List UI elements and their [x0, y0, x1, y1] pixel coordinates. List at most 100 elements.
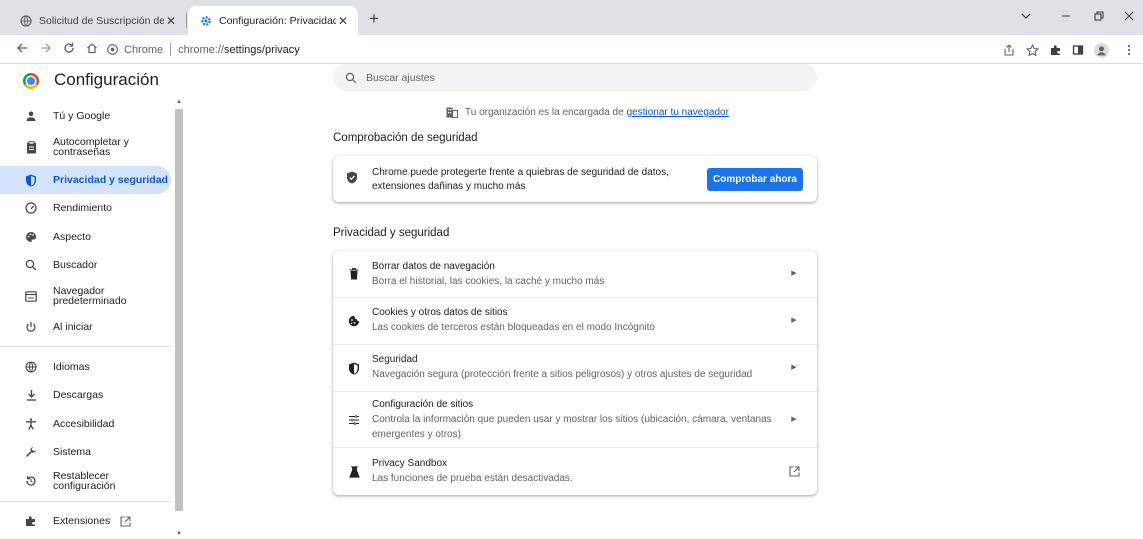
new-tab-button[interactable]: +: [363, 9, 385, 31]
sidebar-item-navegador-predeterminado[interactable]: Navegador predeterminado: [0, 282, 171, 310]
chevron-right-icon: ▶: [791, 364, 797, 371]
sidebar: Tú y Google Autocompletar y contraseñas P…: [0, 99, 185, 539]
share-icon[interactable]: [1000, 41, 1018, 59]
sidebar-item-restablecer[interactable]: Restablecer configuración: [0, 467, 171, 495]
chevron-down-icon[interactable]: [1014, 7, 1038, 27]
download-icon: [24, 388, 38, 402]
close-window-icon[interactable]: [1117, 7, 1141, 27]
scroll-thumb[interactable]: [175, 109, 183, 511]
sidebar-item-tu-y-google[interactable]: Tú y Google: [0, 102, 171, 130]
side-panel-icon[interactable]: [1069, 41, 1087, 59]
chevron-right-icon: ▶: [791, 270, 797, 277]
sidebar-item-label-line2: contraseñas: [53, 146, 111, 158]
tune-icon: [346, 412, 362, 428]
org-managed-notice: Tu organización es la encargada de gesti…: [446, 107, 729, 118]
sidebar-item-idiomas[interactable]: Idiomas: [0, 353, 171, 381]
row-privacy-sandbox[interactable]: Privacy Sandbox Las funciones de prueba …: [333, 448, 817, 495]
gear-favicon-icon: [201, 15, 211, 26]
sidebar-item-label: Aspecto: [53, 231, 91, 243]
sidebar-item-label: Al iniciar: [53, 321, 93, 333]
external-link-icon: [120, 515, 131, 527]
row-title: Configuración de sitios: [372, 399, 474, 410]
sidebar-scrollbar[interactable]: ▲ ▼: [173, 99, 183, 539]
back-icon[interactable]: [12, 39, 32, 59]
row-site-settings[interactable]: Configuración de sitios Controla la info…: [333, 392, 817, 447]
flask-icon: [346, 464, 362, 480]
tab-title: Solicitud de Suscripción de Deud: [39, 14, 164, 27]
reload-icon[interactable]: [59, 39, 79, 59]
tab-configuracion[interactable]: Configuración: Privacidad y segu ✕: [188, 6, 358, 35]
settings-search[interactable]: [333, 64, 817, 91]
row-cookies[interactable]: Cookies y otros datos de sitios Las cook…: [333, 298, 817, 344]
sidebar-divider: [0, 501, 171, 502]
globe-icon: [24, 360, 38, 374]
tab-strip: Solicitud de Suscripción de Deud ✕ Confi…: [0, 0, 1143, 35]
settings-header: Configuración: [0, 64, 1143, 97]
home-icon[interactable]: [82, 39, 102, 59]
accessibility-icon: [24, 417, 38, 431]
row-security[interactable]: Seguridad Navegación segura (protección …: [333, 345, 817, 391]
url-divider: [170, 43, 172, 56]
sidebar-item-label: Sistema: [53, 446, 91, 458]
sidebar-item-sistema[interactable]: Sistema: [0, 438, 171, 466]
search-icon: [345, 72, 357, 83]
chrome-site-chip[interactable]: Chrome: [107, 44, 163, 56]
sidebar-item-extensiones[interactable]: Extensiones: [0, 507, 171, 535]
row-clear-browsing-data[interactable]: Borrar datos de navegación Borra el hist…: [333, 251, 817, 297]
page-title: Configuración: [54, 70, 159, 89]
power-icon: [24, 320, 38, 334]
search-icon: [24, 258, 38, 272]
sidebar-item-label: Accesibilidad: [53, 418, 115, 430]
chrome-logo-icon: [23, 73, 39, 89]
tab-close-icon[interactable]: ✕: [336, 14, 350, 28]
sidebar-item-buscador[interactable]: Buscador: [0, 251, 171, 279]
sidebar-item-label: Descargas: [53, 389, 104, 401]
sidebar-item-label-line2: predeterminado: [53, 295, 127, 307]
reset-icon: [24, 474, 38, 488]
sidebar-item-descargas[interactable]: Descargas: [0, 381, 171, 409]
forward-icon[interactable]: [36, 39, 56, 59]
chip-label: Chrome: [124, 43, 164, 56]
scroll-down-icon[interactable]: ▼: [175, 531, 183, 539]
address-bar[interactable]: Chrome chrome://settings/privacy: [107, 38, 991, 61]
chrome-logo-icon: [107, 44, 118, 55]
chevron-right-icon: ▶: [791, 317, 797, 324]
sidebar-item-rendimiento[interactable]: Rendimiento: [0, 194, 171, 222]
minimize-icon[interactable]: [1054, 7, 1078, 27]
building-icon: [446, 107, 458, 118]
safety-check-heading: Comprobación de seguridad: [333, 132, 478, 144]
chevron-right-icon: ▶: [791, 416, 797, 423]
profile-avatar-icon[interactable]: [1092, 41, 1110, 59]
trash-icon: [346, 266, 362, 282]
tab-separator: [186, 13, 187, 28]
row-title: Seguridad: [372, 354, 418, 365]
tab-title: Configuración: Privacidad y segu: [219, 14, 336, 27]
puzzle-icon: [24, 514, 38, 528]
tab-close-icon[interactable]: ✕: [164, 14, 178, 28]
sidebar-item-label: Buscador: [53, 259, 98, 271]
palette-icon: [24, 230, 38, 244]
scroll-up-icon[interactable]: ▲: [175, 99, 183, 107]
sidebar-divider: [0, 346, 171, 347]
sidebar-item-label: Rendimiento: [53, 202, 112, 214]
sidebar-item-al-iniciar[interactable]: Al iniciar: [0, 313, 171, 341]
sidebar-item-label: Tú y Google: [53, 110, 111, 122]
browser-toolbar: Chrome chrome://settings/privacy: [0, 35, 1143, 64]
sidebar-item-aspecto[interactable]: Aspecto: [0, 223, 171, 251]
row-subtitle: Las funciones de prueba están desactivad…: [372, 473, 573, 484]
extensions-puzzle-icon[interactable]: [1047, 41, 1065, 59]
more-menu-icon[interactable]: [1120, 41, 1138, 59]
url-scheme: chrome://: [178, 43, 224, 56]
sidebar-item-accesibilidad[interactable]: Accesibilidad: [0, 410, 171, 438]
search-input[interactable]: [366, 71, 796, 84]
restore-icon[interactable]: [1087, 7, 1111, 27]
sidebar-item-autocompletar[interactable]: Autocompletar y contraseñas: [0, 133, 171, 161]
safety-check-description: Chrome puede protegerte frente a quiebra…: [372, 167, 669, 192]
sidebar-item-privacidad[interactable]: Privacidad y seguridad: [0, 166, 171, 194]
manage-browser-link[interactable]: gestionar tu navegador: [627, 107, 729, 118]
check-now-button[interactable]: Comprobar ahora: [707, 168, 803, 191]
bookmark-star-icon[interactable]: [1023, 41, 1041, 59]
tab-suscripcion[interactable]: Solicitud de Suscripción de Deud ✕: [8, 6, 186, 35]
external-link-icon[interactable]: [787, 464, 801, 478]
row-title: Cookies y otros datos de sitios: [372, 307, 508, 318]
